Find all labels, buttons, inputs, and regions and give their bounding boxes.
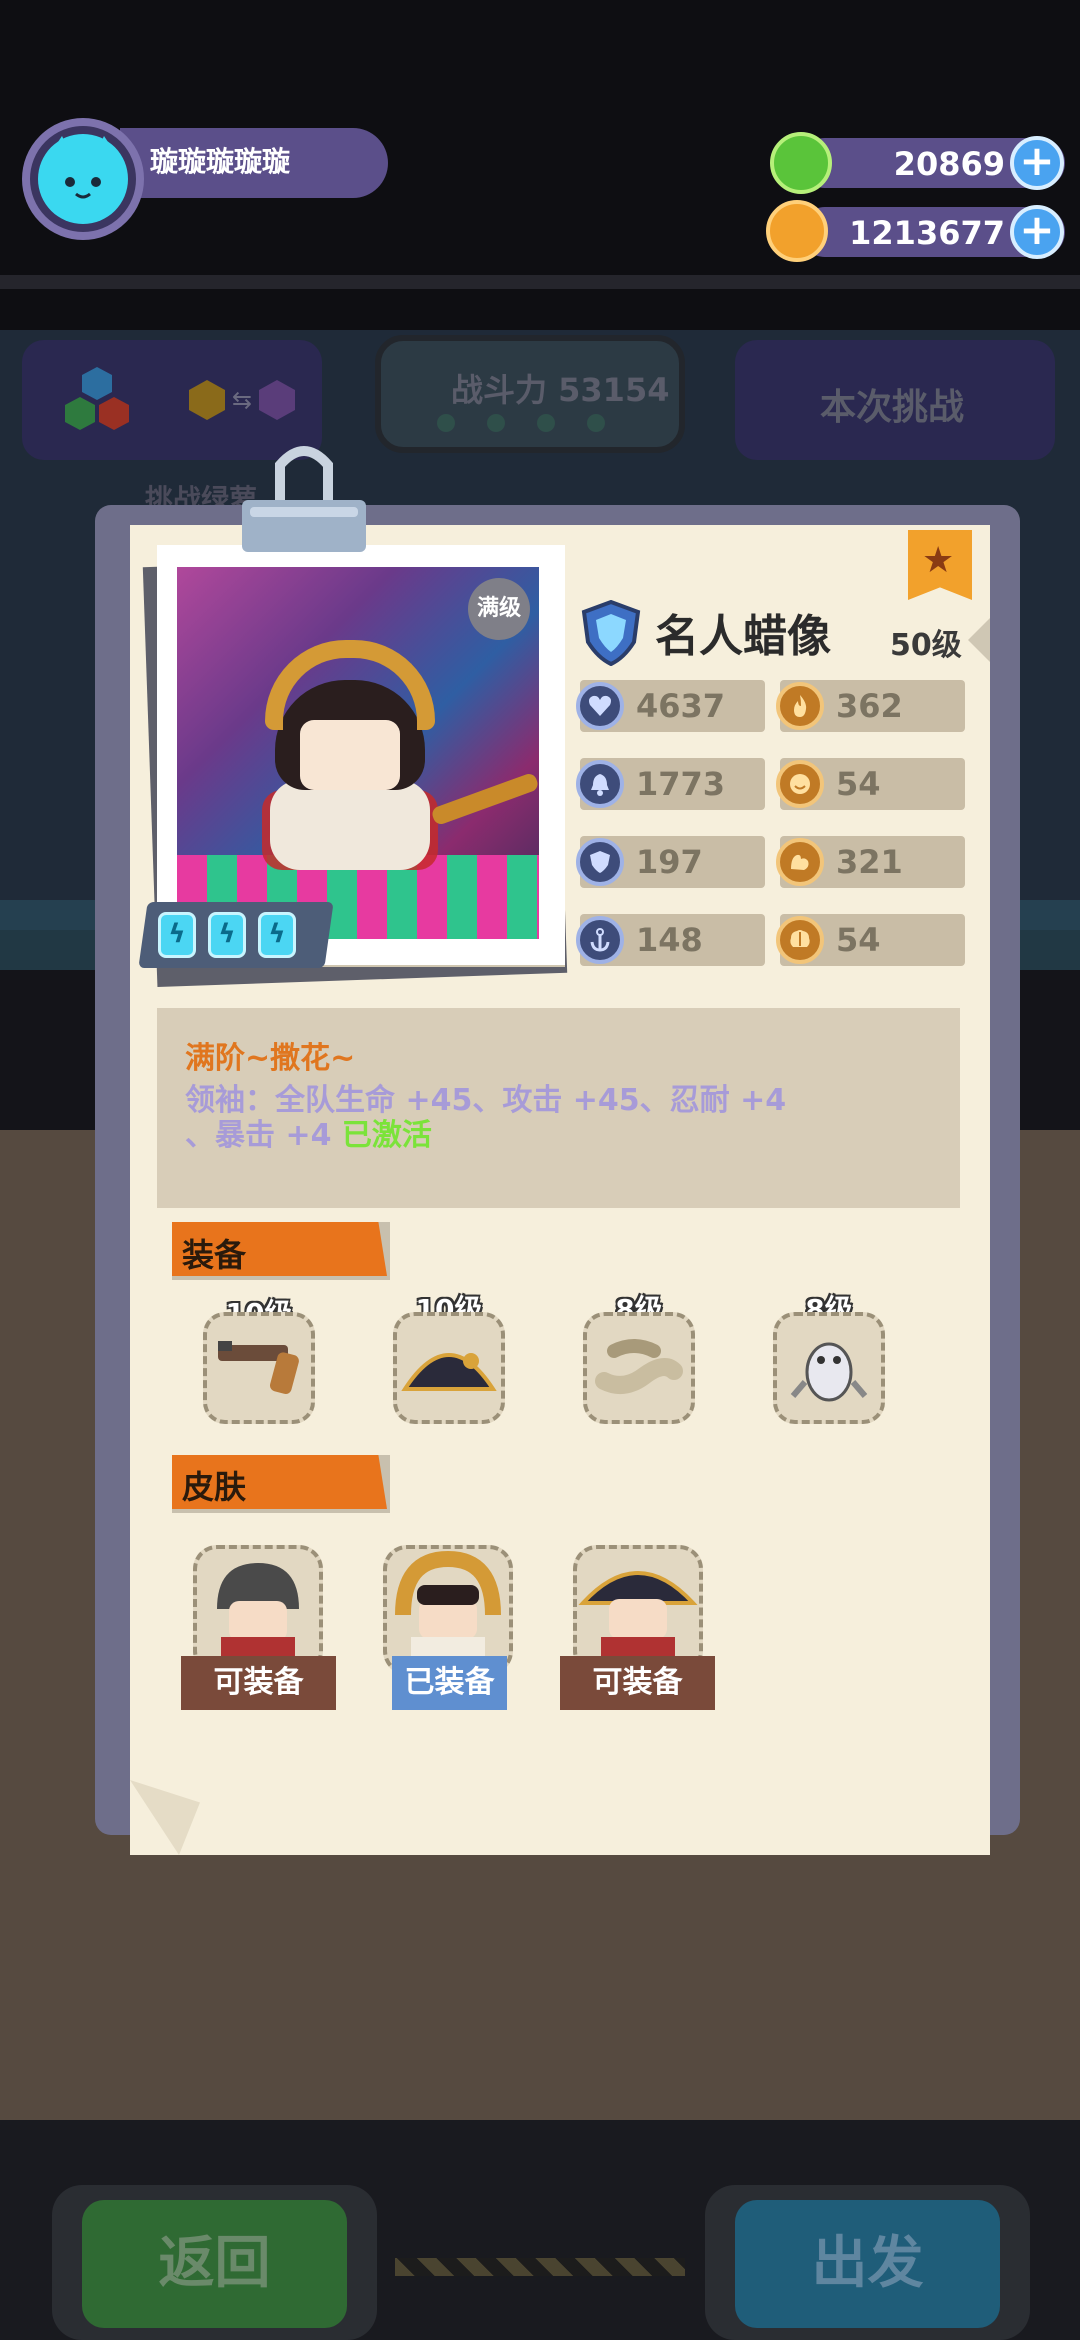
- add-coins-button[interactable]: +: [1010, 205, 1064, 259]
- stat-value: 1773: [636, 765, 726, 803]
- description-line-2-text: 、暴击 +4: [185, 1118, 342, 1153]
- swap-icon: ⇆: [187, 378, 297, 422]
- equipped-skin-badge: 已装备: [392, 1656, 507, 1710]
- flame-icon: [776, 682, 824, 730]
- description-line-2: 、暴击 +4 已激活: [185, 1110, 432, 1154]
- bone-icon: [594, 1331, 684, 1405]
- page-notch: [968, 618, 990, 662]
- equipment-slot-4[interactable]: [773, 1312, 885, 1424]
- challenge-label: 本次挑战: [820, 387, 965, 428]
- smile-icon: [776, 760, 824, 808]
- stat-value: 197: [636, 843, 703, 881]
- stat-value: 54: [836, 765, 881, 803]
- equipment-slot-1[interactable]: [203, 1312, 315, 1424]
- add-gems-button[interactable]: +: [1010, 136, 1064, 190]
- hero-name: 名人蜡像: [655, 611, 831, 662]
- pistol-icon: [214, 1331, 304, 1405]
- planet-coin-icon: [766, 200, 828, 262]
- penguin-icon: [789, 1326, 869, 1410]
- player-name: 璇璇璇璇璇: [150, 145, 291, 178]
- muscle-icon: [776, 838, 824, 886]
- stat-value: 148: [636, 921, 703, 959]
- svg-text:⇆: ⇆: [232, 386, 252, 414]
- team-bar: ⇆: [22, 340, 322, 460]
- activated-label: 已激活: [341, 1118, 432, 1153]
- hero-body: [270, 780, 430, 870]
- anchor-icon: [576, 916, 624, 964]
- green-coin-icon: [770, 132, 832, 194]
- power-box: 战斗力 53154: [375, 335, 685, 453]
- lightning-gem-icon: ϟ: [258, 912, 296, 958]
- hexagon-cluster-icon: [62, 365, 132, 435]
- stat-value: 321: [836, 843, 903, 881]
- stat-value: 54: [836, 921, 881, 959]
- back-button[interactable]: 返回: [82, 2200, 347, 2328]
- stat-value: 4637: [636, 687, 726, 725]
- hazard-stripe: [395, 2258, 685, 2276]
- equipment-slot-2[interactable]: [393, 1312, 505, 1424]
- heart-shield-icon: [576, 682, 624, 730]
- brain-icon: [776, 916, 824, 964]
- stat-value: 362: [836, 687, 903, 725]
- gem-amount: 20869: [893, 145, 1005, 183]
- cat-avatar-icon: [38, 134, 128, 224]
- hero-face: [300, 720, 400, 790]
- power-label: 战斗力 53154: [451, 371, 670, 409]
- star-icon: ★: [922, 540, 955, 581]
- go-button[interactable]: 出发: [735, 2200, 1000, 2328]
- equipment-slot-3[interactable]: [583, 1312, 695, 1424]
- power-dots: [426, 413, 636, 433]
- hero-level: 50级: [890, 628, 962, 663]
- equip-skin-button[interactable]: 可装备: [181, 1656, 336, 1710]
- shield-icon: [576, 838, 624, 886]
- equip-skin-button[interactable]: 可装备: [560, 1656, 715, 1710]
- equipment-label: 装备: [182, 1236, 247, 1274]
- shield-class-icon: [580, 599, 642, 667]
- description-title: 满阶~撒花~: [185, 1041, 356, 1076]
- binder-clip-icon: [240, 445, 368, 555]
- skins-label: 皮肤: [182, 1468, 247, 1506]
- coin-amount: 1213677: [849, 214, 1005, 252]
- challenge-bar: 本次挑战: [735, 340, 1055, 460]
- bicorne-hat-icon: [401, 1331, 497, 1405]
- bell-icon: [576, 760, 624, 808]
- background-pipe: [0, 275, 1080, 289]
- lightning-gem-icon: ϟ: [208, 912, 246, 958]
- max-level-badge: 满级: [468, 578, 530, 640]
- lightning-gem-icon: ϟ: [158, 912, 196, 958]
